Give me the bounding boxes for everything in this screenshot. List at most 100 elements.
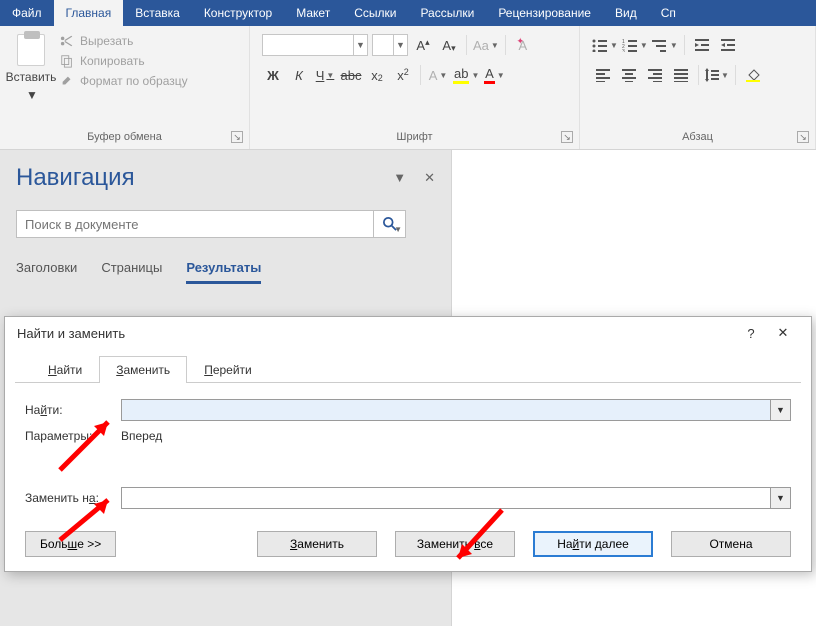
menubar: Файл Главная Вставка Конструктор Макет С… <box>0 0 816 26</box>
cut-button[interactable]: Вырезать <box>60 34 188 48</box>
align-right-button[interactable] <box>644 64 666 86</box>
menu-insert[interactable]: Вставка <box>123 0 192 26</box>
font-launcher[interactable]: ↘ <box>561 131 573 143</box>
underline-button[interactable]: Ч▼ <box>314 64 336 86</box>
chevron-down-icon: ▼ <box>394 225 402 234</box>
indent-icon <box>721 38 735 52</box>
dialog-title: Найти и заменить <box>17 326 125 341</box>
replace-history-dropdown[interactable]: ▼ <box>771 487 791 509</box>
dialog-tab-replace[interactable]: Заменить <box>99 356 187 383</box>
svg-text:3: 3 <box>622 49 625 52</box>
paste-button[interactable]: Вставить ▼ <box>6 30 56 129</box>
justify-icon <box>674 68 688 82</box>
ribbon-group-paragraph: ▼ 123▼ ▼ ▼ Абзац ↘ <box>580 26 816 149</box>
menu-view[interactable]: Вид <box>603 0 649 26</box>
clear-formatting-button[interactable]: A✦ <box>512 34 534 56</box>
find-next-button[interactable]: Найти далее <box>533 531 653 557</box>
clipboard-launcher[interactable]: ↘ <box>231 131 243 143</box>
align-left-button[interactable] <box>592 64 614 86</box>
multilevel-icon <box>652 38 668 52</box>
shrink-font-button[interactable]: A▾ <box>438 34 460 56</box>
search-box: ▼ <box>16 210 406 238</box>
bullets-button[interactable]: ▼ <box>592 34 618 56</box>
subscript-button[interactable]: x2 <box>366 64 388 86</box>
menu-layout[interactable]: Макет <box>284 0 342 26</box>
line-spacing-icon <box>705 68 719 82</box>
nav-tab-headings[interactable]: Заголовки <box>16 260 77 284</box>
replace-label: Заменить на: <box>25 491 111 505</box>
chevron-down-icon: ▼ <box>26 88 38 102</box>
menu-design[interactable]: Конструктор <box>192 0 284 26</box>
menu-truncated[interactable]: Сп <box>649 0 688 26</box>
menu-mailings[interactable]: Рассылки <box>408 0 486 26</box>
navigation-title: Навигация <box>16 164 135 192</box>
more-button[interactable]: Больше >> <box>25 531 116 557</box>
params-value: Вперед <box>121 429 162 443</box>
brush-icon <box>60 74 74 88</box>
clipboard-icon <box>17 34 45 66</box>
dialog-tab-find[interactable]: Найти <box>31 356 99 383</box>
menu-file[interactable]: Файл <box>0 0 54 26</box>
text-effects-button[interactable]: A▼ <box>427 64 449 86</box>
grow-font-button[interactable]: A▴ <box>412 34 434 56</box>
multilevel-list-button[interactable]: ▼ <box>652 34 678 56</box>
chevron-down-icon: ▼ <box>393 35 407 55</box>
menu-references[interactable]: Ссылки <box>342 0 408 26</box>
align-center-button[interactable] <box>618 64 640 86</box>
find-replace-dialog: Найти и заменить ? ✕ Найти Заменить Пере… <box>4 316 812 572</box>
dialog-help-button[interactable]: ? <box>735 326 767 341</box>
format-painter-button[interactable]: Формат по образцу <box>60 74 188 88</box>
params-label: Параметры: <box>25 429 111 443</box>
font-name-combo[interactable]: ▼ <box>262 34 368 56</box>
numbering-button[interactable]: 123▼ <box>622 34 648 56</box>
copy-button[interactable]: Копировать <box>60 54 188 68</box>
copy-icon <box>60 54 74 68</box>
nav-tab-pages[interactable]: Страницы <box>101 260 162 284</box>
paragraph-launcher[interactable]: ↘ <box>797 131 809 143</box>
ribbon: Вставить ▼ Вырезать Копировать Формат по… <box>0 26 816 150</box>
bold-button[interactable]: Ж <box>262 64 284 86</box>
replace-input[interactable] <box>121 487 771 509</box>
dialog-close-button[interactable]: ✕ <box>767 325 799 341</box>
bullets-icon <box>592 38 608 52</box>
font-color-button[interactable]: A▼ <box>483 64 505 86</box>
line-spacing-button[interactable]: ▼ <box>705 64 729 86</box>
clipboard-group-label: Буфер обмена ↘ <box>6 129 243 147</box>
find-input[interactable] <box>121 399 771 421</box>
font-size-combo[interactable]: ▼ <box>372 34 408 56</box>
paragraph-group-label: Абзац ↘ <box>586 129 809 147</box>
find-history-dropdown[interactable]: ▼ <box>771 399 791 421</box>
paste-label: Вставить <box>6 70 57 84</box>
decrease-indent-button[interactable] <box>691 34 713 56</box>
find-label: Найти: <box>25 403 111 417</box>
superscript-button[interactable]: x2 <box>392 64 414 86</box>
replace-button[interactable]: Заменить <box>257 531 377 557</box>
nav-close[interactable]: ✕ <box>424 170 435 186</box>
highlight-button[interactable]: ab▼ <box>453 64 479 86</box>
italic-button[interactable]: К <box>288 64 310 86</box>
justify-button[interactable] <box>670 64 692 86</box>
chevron-down-icon: ▼ <box>353 35 367 55</box>
align-right-icon <box>648 68 662 82</box>
menu-home[interactable]: Главная <box>54 0 124 26</box>
align-left-icon <box>596 68 610 82</box>
nav-dropdown[interactable]: ▼ <box>393 170 406 186</box>
ribbon-group-font: ▼ ▼ A▴ A▾ Aa▼ A✦ Ж К Ч▼ abc x2 x2 A▼ ab▼… <box>250 26 580 149</box>
dialog-titlebar[interactable]: Найти и заменить ? ✕ <box>5 317 811 349</box>
search-button[interactable]: ▼ <box>373 211 405 237</box>
numbering-icon: 123 <box>622 38 638 52</box>
strikethrough-button[interactable]: abc <box>340 64 362 86</box>
shading-button[interactable] <box>742 64 764 86</box>
change-case-button[interactable]: Aa▼ <box>473 34 499 56</box>
ribbon-group-clipboard: Вставить ▼ Вырезать Копировать Формат по… <box>0 26 250 149</box>
replace-all-button[interactable]: Заменить все <box>395 531 515 557</box>
menu-review[interactable]: Рецензирование <box>486 0 603 26</box>
outdent-icon <box>695 38 709 52</box>
align-center-icon <box>622 68 636 82</box>
nav-tab-results[interactable]: Результаты <box>186 260 261 284</box>
dialog-tab-goto[interactable]: Перейти <box>187 356 269 383</box>
font-group-label: Шрифт ↘ <box>256 129 573 147</box>
search-input[interactable] <box>17 211 373 237</box>
increase-indent-button[interactable] <box>717 34 739 56</box>
cancel-button[interactable]: Отмена <box>671 531 791 557</box>
